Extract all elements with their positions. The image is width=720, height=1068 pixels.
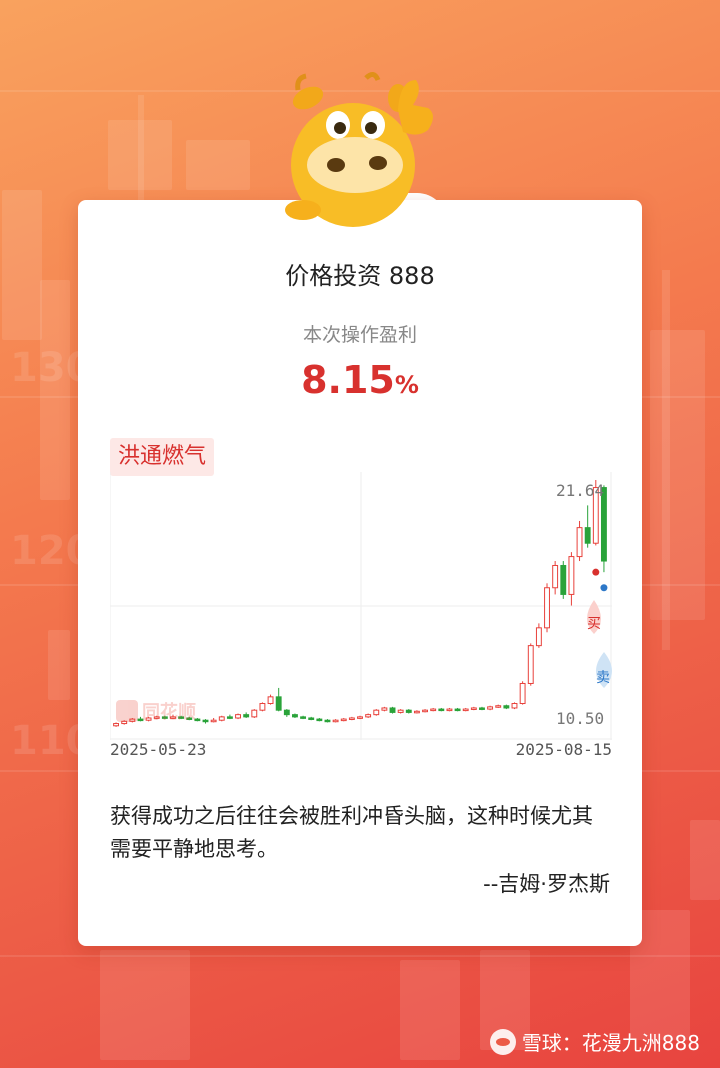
candle-body bbox=[389, 707, 396, 713]
candle-body bbox=[422, 709, 428, 713]
x-start-label: 2025-05-23 bbox=[110, 740, 207, 759]
candle-body bbox=[340, 718, 347, 722]
profit-card: 价格投资 888 本次操作盈利 8.15% 洪通燃气 21.64 10.50 买… bbox=[78, 200, 642, 946]
watermark-logo: 同花顺 bbox=[116, 700, 196, 723]
xueqiu-logo-icon bbox=[489, 1028, 516, 1055]
candle-body bbox=[552, 564, 559, 589]
candle-body bbox=[373, 709, 380, 716]
profit-label: 本次操作盈利 bbox=[302, 324, 417, 346]
candle-body bbox=[210, 719, 217, 723]
candle-body bbox=[308, 717, 315, 720]
candle-body bbox=[267, 696, 274, 705]
kline-chart: 21.64 10.50 买 卖 同花顺 bbox=[110, 472, 612, 772]
candle-body bbox=[413, 710, 420, 714]
candle-body bbox=[300, 716, 307, 719]
candle-body bbox=[235, 714, 241, 719]
candle-body bbox=[332, 719, 339, 723]
candle-body bbox=[243, 714, 250, 718]
y-max-label: 21.64 bbox=[556, 481, 604, 500]
candle-body bbox=[202, 719, 209, 723]
candle-body bbox=[275, 696, 282, 711]
candle-body bbox=[316, 718, 323, 722]
candle-body bbox=[511, 703, 518, 709]
candle-body bbox=[462, 708, 469, 712]
candle-body bbox=[576, 527, 583, 558]
candle-body bbox=[535, 627, 542, 647]
candle-body bbox=[568, 556, 575, 595]
candle-body bbox=[560, 564, 567, 595]
candle-body bbox=[226, 716, 233, 719]
candle-body bbox=[519, 682, 526, 705]
candle-body bbox=[487, 706, 494, 710]
candle-body bbox=[397, 709, 404, 713]
candle-body bbox=[348, 717, 355, 720]
candle-body bbox=[495, 705, 502, 708]
quote-author: --吉姆·罗杰斯 bbox=[483, 872, 610, 896]
candle-body bbox=[405, 709, 412, 713]
candle-body bbox=[454, 708, 461, 712]
cow-mascot-icon bbox=[285, 72, 433, 227]
buy-point bbox=[592, 568, 600, 576]
svg-text:买: 买 bbox=[587, 616, 601, 632]
y-min-label: 10.50 bbox=[556, 709, 604, 728]
sell-point bbox=[600, 584, 608, 592]
candle-body bbox=[259, 703, 266, 711]
candle-body bbox=[503, 705, 510, 709]
profit-number: 8.15 bbox=[301, 358, 395, 402]
candle-body bbox=[430, 708, 437, 712]
quote-text: 获得成功之后往往会被胜利冲昏头脑，这种时候尤其需要平静地思考。 bbox=[110, 804, 593, 861]
kline-svg: 21.64 10.50 买 卖 同花顺 bbox=[110, 472, 612, 740]
svg-text:同花顺: 同花顺 bbox=[142, 701, 196, 723]
profit-value: 8.15% bbox=[78, 358, 642, 402]
candle-body bbox=[251, 709, 258, 718]
buy-marker[interactable]: 买 bbox=[587, 600, 601, 634]
candle-body bbox=[584, 527, 591, 544]
candle-body bbox=[527, 645, 534, 684]
candle-body bbox=[218, 716, 225, 721]
source-text: 雪球：花漫九洲888 bbox=[521, 1031, 700, 1055]
candle-body bbox=[544, 587, 550, 629]
candle-body bbox=[365, 714, 372, 718]
candle-body bbox=[470, 707, 477, 710]
candle-body bbox=[357, 716, 363, 719]
sell-marker[interactable]: 卖 bbox=[596, 652, 612, 688]
candle-body bbox=[446, 708, 453, 712]
x-end-label: 2025-08-15 bbox=[515, 740, 612, 759]
candle-body bbox=[292, 714, 298, 718]
candle-body bbox=[381, 707, 388, 711]
stock-name-tag[interactable]: 洪通燃气 bbox=[110, 438, 215, 476]
candle-body bbox=[479, 707, 485, 710]
candle-body bbox=[113, 723, 120, 727]
candle-body bbox=[283, 709, 290, 716]
candle-body bbox=[324, 719, 331, 723]
candle-body bbox=[438, 708, 445, 712]
svg-text:卖: 卖 bbox=[596, 670, 610, 686]
profit-unit: % bbox=[394, 371, 419, 399]
source-footer: 雪球：花漫九洲888 bbox=[489, 1027, 700, 1056]
account-title: 价格投资 888 bbox=[285, 262, 435, 290]
